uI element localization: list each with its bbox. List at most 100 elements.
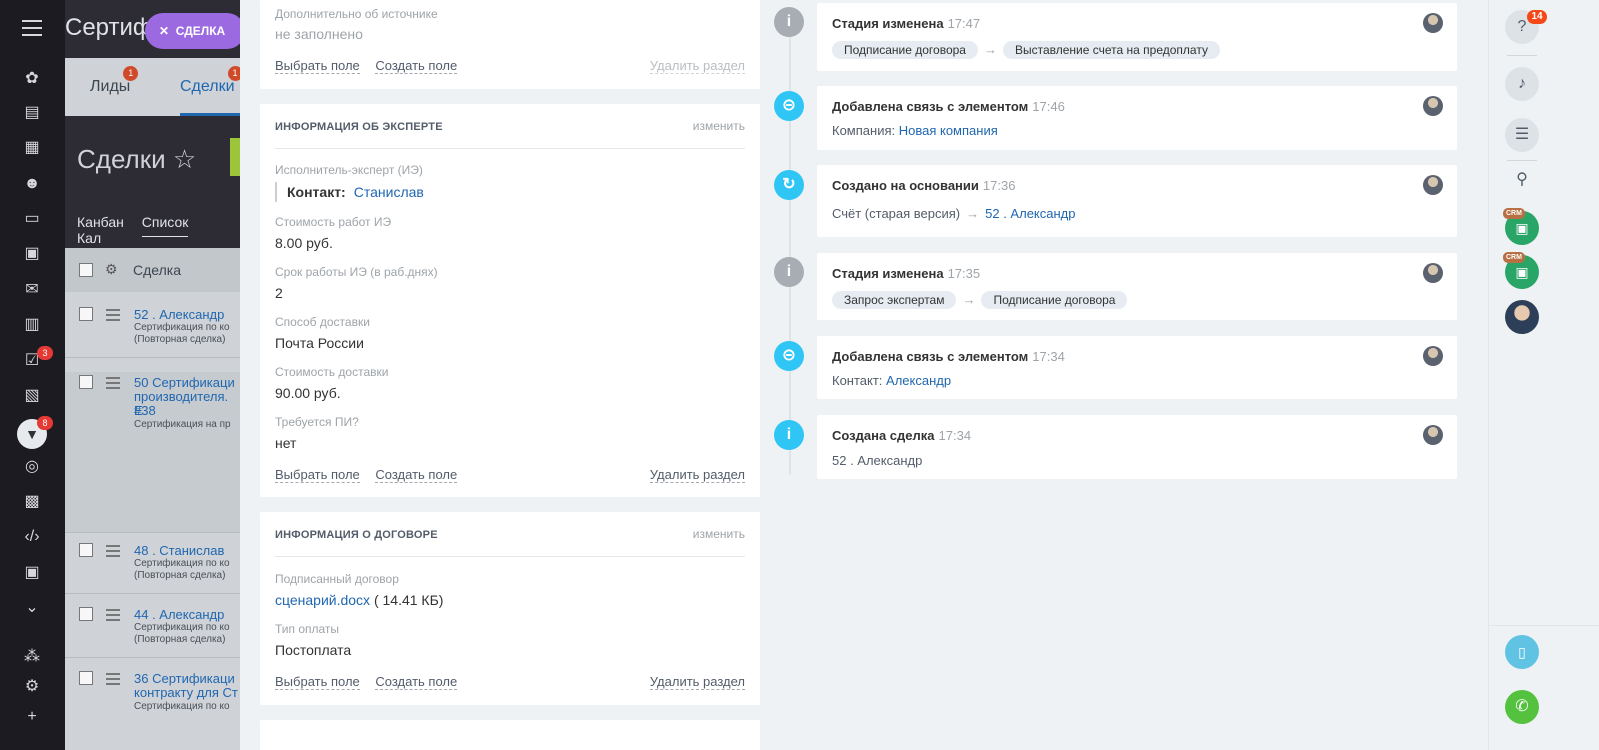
- add-icon[interactable]: +: [21, 706, 43, 728]
- timeline-item: Создана сделка 17:34 52 . Александр: [817, 415, 1457, 479]
- robot-icon[interactable]: ▣: [21, 562, 43, 584]
- view-list[interactable]: Список: [141, 214, 189, 237]
- deal-link[interactable]: 48 . Станислав: [134, 544, 224, 558]
- deal-link[interactable]: 52 . Александр: [134, 308, 224, 322]
- view-kanban[interactable]: Канбан: [77, 214, 124, 230]
- search-icon[interactable]: ⚲: [1505, 163, 1539, 197]
- deal-link[interactable]: 44 . Александр: [134, 608, 224, 622]
- users-icon[interactable]: ☻: [21, 173, 43, 195]
- row-menu-icon[interactable]: [106, 309, 120, 324]
- card-footer: Выбрать поле Создать поле Удалить раздел: [275, 467, 745, 483]
- divider: [275, 556, 745, 557]
- divider: [1507, 160, 1537, 161]
- row-checkbox[interactable]: [79, 607, 93, 621]
- timeline-body: 52 . Александр: [832, 453, 922, 468]
- timeline-prefix: Контакт:: [832, 373, 883, 388]
- edit-link[interactable]: изменить: [693, 119, 745, 133]
- tab-leads-label: Лиды: [90, 78, 131, 95]
- view-calendar[interactable]: Кал: [77, 230, 101, 246]
- more-icon[interactable]: ⌄: [21, 597, 43, 619]
- deal-link[interactable]: #38: [134, 404, 156, 418]
- select-field-link[interactable]: Выбрать поле: [275, 58, 360, 74]
- row-menu-icon[interactable]: [106, 545, 120, 560]
- row-checkbox[interactable]: [79, 671, 93, 685]
- deal-slider: Дополнительно об источнике не заполнено …: [240, 0, 1490, 750]
- deal-sub: Сертификация по ко: [134, 322, 230, 333]
- row-menu-icon[interactable]: [106, 609, 120, 624]
- bell-icon[interactable]: ♪: [1505, 67, 1539, 101]
- avatar[interactable]: [1423, 346, 1443, 366]
- edit-link[interactable]: изменить: [693, 527, 745, 541]
- mobile-icon[interactable]: ▯: [1505, 635, 1539, 669]
- signed-label: Подписанный договор: [275, 572, 399, 586]
- file-link[interactable]: сценарий.docx: [275, 592, 370, 608]
- delete-section-link[interactable]: Удалить раздел: [649, 674, 745, 690]
- row-checkbox[interactable]: [79, 543, 93, 557]
- mail-icon[interactable]: ✉: [21, 279, 43, 301]
- create-field-link[interactable]: Создать поле: [375, 467, 458, 483]
- create-field-link[interactable]: Создать поле: [375, 674, 458, 690]
- deal-link[interactable]: 52 . Александр: [985, 206, 1075, 221]
- activity-icon[interactable]: ✿: [21, 68, 43, 90]
- section-title: Сделки ☆: [77, 144, 196, 175]
- chat-icon[interactable]: ▣: [21, 243, 43, 265]
- deal-link[interactable]: 50 Сертификаци: [134, 376, 235, 390]
- avatar[interactable]: [1423, 425, 1443, 445]
- divider: [65, 532, 240, 533]
- row-checkbox[interactable]: [79, 375, 93, 389]
- automation-icon[interactable]: ▩: [21, 491, 43, 513]
- create-field-link[interactable]: Создать поле: [375, 58, 458, 74]
- row-menu-icon[interactable]: [106, 377, 120, 392]
- docs-icon[interactable]: ▥: [21, 314, 43, 336]
- settings-icon[interactable]: ⚙: [21, 676, 43, 698]
- drive-icon[interactable]: ▭: [21, 208, 43, 230]
- cost-label: Стоимость работ ИЭ: [275, 215, 392, 229]
- deal-pill[interactable]: ✕ СДЕЛКА: [145, 13, 240, 49]
- timeline-head: Стадия изменена 17:47: [832, 16, 980, 31]
- avatar[interactable]: [1505, 300, 1539, 334]
- tab-leads[interactable]: Лиды 1: [90, 66, 139, 96]
- tasks-badge: 3: [37, 346, 53, 360]
- deal-link[interactable]: контракту для Ст: [134, 686, 238, 700]
- timeline-title: Добавлена связь с элементом: [832, 349, 1029, 364]
- phone-icon[interactable]: ✆: [1505, 690, 1539, 724]
- avatar[interactable]: [1423, 13, 1443, 33]
- timeline-head: Создана сделка 17:34: [832, 428, 971, 443]
- menu-icon[interactable]: [22, 20, 42, 36]
- timeline-prefix: Компания:: [832, 123, 896, 138]
- divider: [65, 593, 240, 594]
- select-field-link[interactable]: Выбрать поле: [275, 467, 360, 483]
- help-badge: 14: [1527, 10, 1547, 24]
- deal-sub: (Повторная сделка): [134, 570, 226, 581]
- contact-link[interactable]: Станислав: [354, 184, 424, 200]
- row-checkbox[interactable]: [79, 307, 93, 321]
- calendar-icon[interactable]: ▦: [21, 137, 43, 159]
- contact-link[interactable]: Александр: [886, 373, 951, 388]
- close-icon[interactable]: ✕: [159, 24, 169, 38]
- add-button[interactable]: [230, 138, 240, 176]
- sitemap-icon[interactable]: ⁂: [21, 646, 43, 668]
- feed-icon[interactable]: ▤: [21, 102, 43, 124]
- delete-section-link[interactable]: Удалить раздел: [649, 58, 745, 74]
- target-icon[interactable]: ◎: [21, 456, 43, 478]
- deal-link[interactable]: 36 Сертификаци: [134, 672, 235, 686]
- delete-section-link[interactable]: Удалить раздел: [649, 467, 745, 483]
- payment-label: Тип оплаты: [275, 622, 340, 636]
- chat-search-icon[interactable]: ☰: [1505, 118, 1539, 152]
- timeline-time: 17:36: [982, 178, 1016, 193]
- company-link[interactable]: Новая компания: [899, 123, 998, 138]
- star-icon[interactable]: ☆: [173, 144, 196, 174]
- gear-icon[interactable]: ⚙: [105, 261, 118, 278]
- timeline-prefix: 52 . Александр: [832, 453, 923, 468]
- row-menu-icon[interactable]: [106, 673, 120, 688]
- tab-deals[interactable]: Сделки 1: [180, 66, 240, 96]
- contact-center-icon[interactable]: ▧: [21, 385, 43, 407]
- timeline-item: Стадия изменена 17:47 Подписание договора…: [817, 3, 1457, 71]
- avatar[interactable]: [1423, 263, 1443, 283]
- select-all-checkbox[interactable]: [79, 263, 93, 277]
- avatar[interactable]: [1423, 96, 1443, 116]
- code-icon[interactable]: ‹/›: [21, 526, 43, 548]
- select-field-link[interactable]: Выбрать поле: [275, 674, 360, 690]
- deals-table: ⚙ Сделка 52 . Александр Сертификация по …: [65, 248, 240, 750]
- avatar[interactable]: [1423, 175, 1443, 195]
